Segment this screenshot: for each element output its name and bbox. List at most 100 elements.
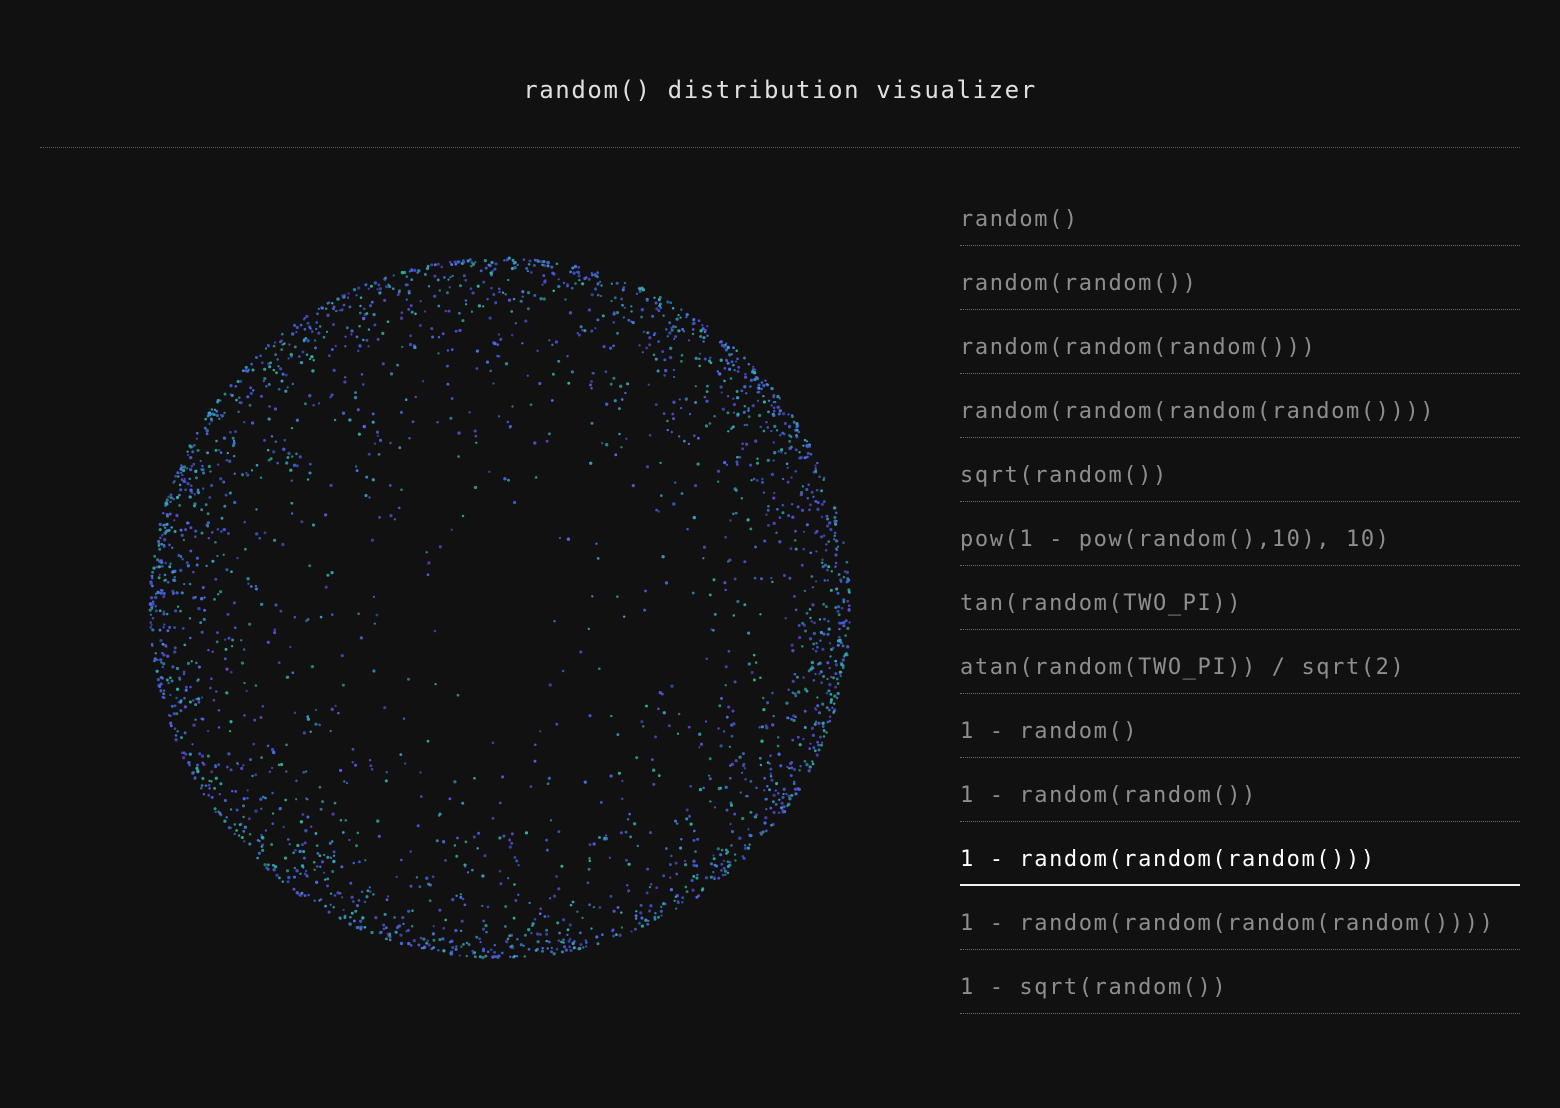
point <box>769 767 773 771</box>
point <box>635 292 639 296</box>
point <box>772 714 775 718</box>
formula-option[interactable]: 1 - random(random()) <box>960 759 1520 822</box>
point <box>658 302 662 306</box>
point <box>302 856 306 860</box>
point <box>213 413 216 416</box>
point <box>667 724 671 728</box>
point <box>339 768 343 772</box>
point <box>493 944 496 947</box>
point <box>237 834 241 837</box>
formula-option[interactable]: 1 - random(random(random(random()))) <box>960 887 1520 950</box>
formula-option[interactable]: 1 - sqrt(random()) <box>960 951 1520 1014</box>
point <box>316 851 320 855</box>
point <box>816 645 819 649</box>
point <box>608 856 612 859</box>
point <box>757 413 762 418</box>
point <box>814 672 817 676</box>
point <box>775 782 779 786</box>
point <box>793 539 797 542</box>
point <box>303 402 307 406</box>
point <box>199 621 203 625</box>
point <box>837 613 841 617</box>
point <box>328 841 332 845</box>
point <box>640 720 644 724</box>
point <box>680 308 683 311</box>
point <box>615 281 619 285</box>
formula-option[interactable]: random() <box>960 183 1520 246</box>
point <box>490 286 493 290</box>
point <box>312 860 316 864</box>
point <box>223 638 227 641</box>
formula-option[interactable]: 1 - random() <box>960 695 1520 758</box>
point <box>747 828 750 831</box>
point <box>185 561 189 564</box>
point <box>803 709 807 713</box>
point <box>770 404 773 407</box>
point <box>778 540 782 544</box>
point <box>248 403 252 407</box>
point <box>216 593 220 596</box>
point <box>736 599 740 604</box>
point <box>260 756 263 759</box>
point <box>702 545 707 549</box>
point <box>275 371 278 375</box>
point <box>778 409 782 412</box>
point <box>660 905 663 909</box>
point <box>361 383 365 386</box>
point <box>214 540 217 544</box>
point <box>255 532 259 536</box>
point <box>223 819 227 823</box>
formula-option[interactable]: random(random(random(random()))) <box>960 375 1520 438</box>
point <box>848 621 851 624</box>
point <box>779 448 784 452</box>
point <box>242 648 246 651</box>
point <box>814 500 818 503</box>
point <box>173 704 177 708</box>
point <box>564 948 569 952</box>
point <box>600 933 604 937</box>
point <box>792 594 796 598</box>
point <box>834 685 838 689</box>
point <box>645 704 648 708</box>
formula-option[interactable]: pow(1 - pow(random(),10), 10) <box>960 503 1520 566</box>
formula-option[interactable]: atan(random(TWO_PI)) / sqrt(2) <box>960 631 1520 694</box>
point <box>233 626 237 630</box>
point <box>354 763 357 767</box>
formula-option[interactable]: tan(random(TWO_PI)) <box>960 567 1520 630</box>
point <box>802 547 806 551</box>
point <box>448 260 452 264</box>
formula-option[interactable]: 1 - random(random(random())) <box>960 823 1520 886</box>
point <box>451 945 455 949</box>
point <box>223 657 227 661</box>
point <box>827 540 830 543</box>
point <box>448 286 451 289</box>
point <box>630 310 633 313</box>
point <box>308 394 312 398</box>
point <box>268 405 271 408</box>
formula-option[interactable]: sqrt(random()) <box>960 439 1520 502</box>
point <box>722 730 726 733</box>
point <box>506 876 510 880</box>
point <box>158 522 162 526</box>
point <box>342 303 346 307</box>
point <box>329 903 332 906</box>
point <box>383 706 387 710</box>
point <box>162 689 166 692</box>
point <box>529 403 533 407</box>
point <box>365 338 369 342</box>
formula-option[interactable]: random(random()) <box>960 247 1520 310</box>
point <box>346 296 350 299</box>
point <box>592 371 595 375</box>
point <box>479 940 482 944</box>
formula-option[interactable]: random(random(random())) <box>960 311 1520 374</box>
point <box>427 285 431 288</box>
point <box>401 916 405 920</box>
point <box>186 450 189 453</box>
point <box>763 539 767 543</box>
point <box>835 696 839 700</box>
point <box>458 954 461 957</box>
point <box>318 325 322 328</box>
point <box>720 848 724 852</box>
point <box>742 356 747 360</box>
point <box>196 490 200 494</box>
